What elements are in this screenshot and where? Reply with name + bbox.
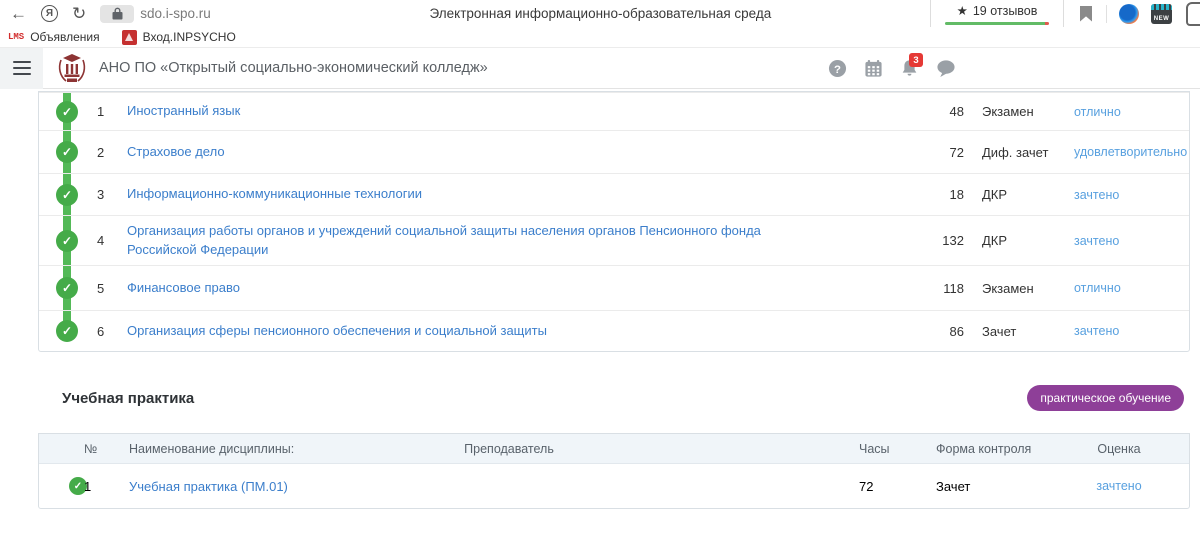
browser-toolbar: ← Я ↻ sdo.i-spo.ru Электронная информаци… xyxy=(0,0,1200,27)
extension-icon[interactable] xyxy=(1119,4,1139,24)
course-hours: 86 xyxy=(916,324,964,339)
bookmark-announcements[interactable]: LMS Объявления xyxy=(8,30,100,44)
grade-link[interactable]: отлично xyxy=(1074,281,1189,295)
table-row: ✓ 4 Организация работы органов и учрежде… xyxy=(39,215,1189,265)
star-icon: ★ xyxy=(957,3,968,18)
completed-check-icon: ✓ xyxy=(56,277,78,299)
course-hours: 132 xyxy=(916,233,964,248)
address-bar-url[interactable]: sdo.i-spo.ru xyxy=(140,6,211,21)
completed-check-icon: ✓ xyxy=(56,184,78,206)
col-header-hours: Часы xyxy=(829,442,899,456)
control-form: Диф. зачет xyxy=(982,145,1074,160)
section-title: Учебная практика xyxy=(62,390,194,407)
course-link[interactable]: Иностранный язык xyxy=(127,102,916,121)
semester-courses-table: ✓ 1 Иностранный язык 48 Экзамен отлично … xyxy=(38,91,1190,352)
col-header-name: Наименование дисциплины: xyxy=(129,442,379,456)
completed-check-icon: ✓ xyxy=(56,101,78,123)
browser-page-title: Электронная информационно-образовательна… xyxy=(271,6,930,21)
grade-link[interactable]: зачтено xyxy=(1074,188,1189,202)
notifications-bell-icon[interactable]: 3 xyxy=(900,59,919,78)
table-row: ✓ 1 Учебная практика (ПМ.01) 72 Зачет за… xyxy=(39,464,1189,508)
row-number: 2 xyxy=(39,145,127,160)
refresh-icon[interactable]: ↻ xyxy=(72,5,86,22)
table-row: ✓ 5 Финансовое право 118 Экзамен отлично xyxy=(39,265,1189,310)
crest-favicon-icon xyxy=(122,30,137,45)
col-header-control: Форма контроля xyxy=(899,442,1049,456)
col-header-grade: Оценка xyxy=(1049,442,1189,456)
grade-link[interactable]: удовлетворительно xyxy=(1074,145,1189,159)
toolbar-divider xyxy=(1106,5,1107,23)
yandex-browser-icon[interactable]: Я xyxy=(41,5,58,22)
grade-link[interactable]: отлично xyxy=(1074,105,1189,119)
row-number: 1 xyxy=(84,479,129,494)
bookmarks-bar: LMS Объявления Вход.INPSYCHO xyxy=(0,27,1200,48)
control-form: Зачет xyxy=(899,479,1049,494)
control-form: Экзамен xyxy=(982,281,1074,296)
ssl-lock-icon[interactable] xyxy=(100,5,134,23)
practice-type-badge: практическое обучение xyxy=(1027,385,1184,411)
course-link[interactable]: Организация сферы пенсионного обеспечени… xyxy=(127,322,916,341)
new-extension-icon[interactable]: NEW xyxy=(1151,4,1172,24)
bookmark-label: Объявления xyxy=(30,30,99,44)
course-link[interactable]: Информационно-коммуникационные технологи… xyxy=(127,185,916,204)
course-hours: 72 xyxy=(829,479,899,494)
table-row: ✓ 6 Организация сферы пенсионного обеспе… xyxy=(39,310,1189,351)
bookmark-label: Вход.INPSYCHO xyxy=(143,30,236,44)
control-form: Зачет xyxy=(982,324,1074,339)
row-number: 4 xyxy=(39,233,127,248)
completed-check-icon: ✓ xyxy=(56,230,78,252)
site-reviews-button[interactable]: ★ 19 отзывов xyxy=(930,0,1064,27)
grade-link[interactable]: зачтено xyxy=(1074,324,1189,338)
control-form: ДКР xyxy=(982,187,1074,202)
table-row: ✓ 1 Иностранный язык 48 Экзамен отлично xyxy=(39,92,1189,130)
course-link[interactable]: Страховое дело xyxy=(127,143,916,162)
reviews-rating-bar xyxy=(945,22,1049,25)
protect-hand-icon[interactable] xyxy=(1186,2,1200,26)
college-name-title: АНО ПО «Открытый социально-экономический… xyxy=(99,60,488,76)
col-header-teacher: Преподаватель xyxy=(379,442,639,456)
course-hours: 118 xyxy=(916,281,964,296)
practice-table: № Наименование дисциплины: Преподаватель… xyxy=(38,433,1190,509)
help-icon[interactable]: ? xyxy=(828,59,847,78)
bookmark-flag-icon[interactable] xyxy=(1080,6,1092,22)
table-row: ✓ 2 Страховое дело 72 Диф. зачет удовлет… xyxy=(39,130,1189,173)
back-icon[interactable]: ← xyxy=(10,5,27,22)
college-logo xyxy=(57,52,87,84)
control-form: ДКР xyxy=(982,233,1074,248)
menu-hamburger-button[interactable] xyxy=(0,48,43,89)
course-link[interactable]: Учебная практика (ПМ.01) xyxy=(129,479,379,494)
course-hours: 48 xyxy=(916,104,964,119)
row-number: 1 xyxy=(39,104,127,119)
bookmark-entry[interactable]: Вход.INPSYCHO xyxy=(122,30,236,45)
col-header-num: № xyxy=(84,442,129,456)
row-number: 3 xyxy=(39,187,127,202)
practice-section-header: Учебная практика практическое обучение xyxy=(38,351,1190,435)
course-link[interactable]: Финансовое право xyxy=(127,279,916,298)
messages-chat-icon[interactable] xyxy=(936,59,956,78)
site-header: АНО ПО «Открытый социально-экономический… xyxy=(0,48,1200,89)
practice-table-header: № Наименование дисциплины: Преподаватель… xyxy=(39,434,1189,464)
grade-link[interactable]: зачтено xyxy=(1074,234,1189,248)
lms-favicon-icon: LMS xyxy=(8,32,24,42)
row-number: 5 xyxy=(39,281,127,296)
course-link[interactable]: Организация работы органов и учреждений … xyxy=(127,222,916,260)
notification-count-badge: 3 xyxy=(909,53,923,67)
reviews-count-label: 19 отзывов xyxy=(973,4,1038,18)
calendar-icon[interactable] xyxy=(864,59,883,78)
course-hours: 72 xyxy=(916,145,964,160)
completed-check-icon: ✓ xyxy=(56,141,78,163)
new-badge-label: NEW xyxy=(1154,16,1170,22)
header-icon-group: ? 3 xyxy=(828,48,956,89)
completed-check-icon: ✓ xyxy=(56,320,78,342)
control-form: Экзамен xyxy=(982,104,1074,119)
course-hours: 18 xyxy=(916,187,964,202)
table-row: ✓ 3 Информационно-коммуникационные техно… xyxy=(39,173,1189,215)
grade-link[interactable]: зачтено xyxy=(1049,479,1189,493)
svg-text:?: ? xyxy=(834,64,841,76)
row-number: 6 xyxy=(39,324,127,339)
